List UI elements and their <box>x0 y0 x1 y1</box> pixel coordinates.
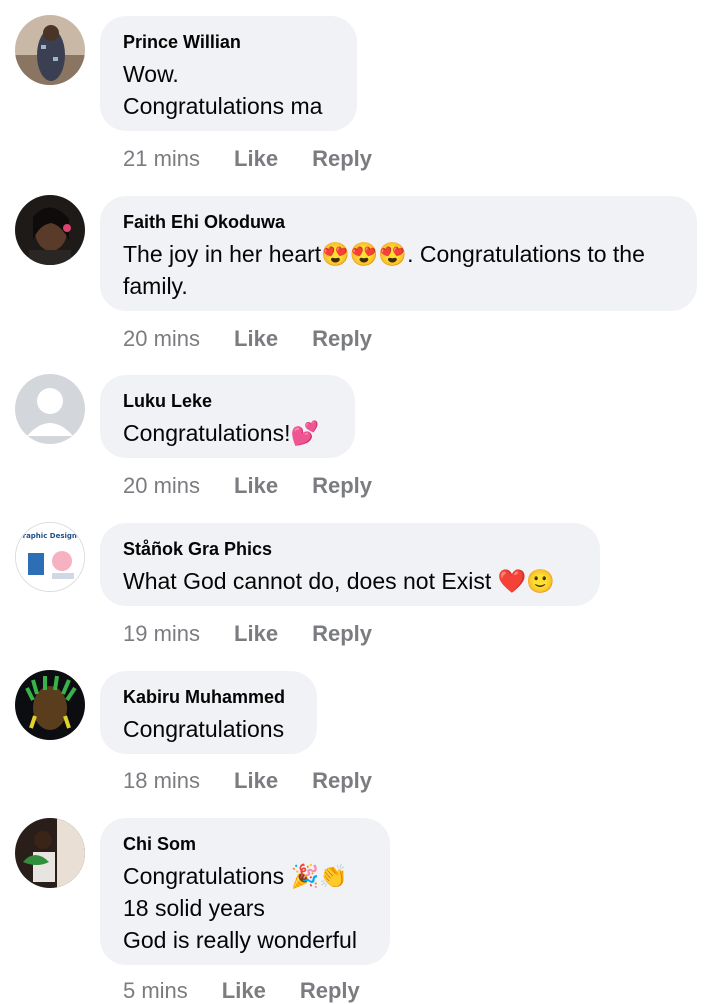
comment-time[interactable]: 5 mins <box>123 978 188 1004</box>
avatar[interactable] <box>15 374 85 444</box>
comment-line: Congratulations ma <box>123 93 323 119</box>
avatar[interactable] <box>15 670 85 740</box>
comment-text: The joy in her heart😍😍😍. Congratulations… <box>123 238 674 302</box>
comment-line: Congratulations <box>123 716 285 742</box>
reply-button[interactable]: Reply <box>300 978 360 1004</box>
comment-meta: 19 mins Like Reply <box>123 621 372 647</box>
comment-text: What God cannot do, does not Exist ❤️🙂 <box>123 565 577 597</box>
comment-bubble: Ståñok Gra Phics What God cannot do, doe… <box>100 523 600 606</box>
like-button[interactable]: Like <box>234 326 278 352</box>
reply-button[interactable]: Reply <box>312 768 372 794</box>
avatar[interactable] <box>15 818 85 888</box>
comment-time[interactable]: 18 mins <box>123 768 200 794</box>
comment-time[interactable]: 20 mins <box>123 473 200 499</box>
comment-line: Congratulations 🎉👏 <box>123 863 348 889</box>
comment-author[interactable]: Faith Ehi Okoduwa <box>123 212 674 232</box>
comment-time[interactable]: 21 mins <box>123 146 200 172</box>
comment-bubble: Kabiru Muhammed Congratulations <box>100 671 317 754</box>
comment-author[interactable]: Prince Willian <box>123 32 334 52</box>
comment-line: Wow. <box>123 61 179 87</box>
comment-text: Congratulations 🎉👏 18 solid years God is… <box>123 860 367 956</box>
comment-line: What God cannot do, does not Exist ❤️🙂 <box>123 568 555 594</box>
reply-button[interactable]: Reply <box>312 621 372 647</box>
comment-meta: 21 mins Like Reply <box>123 146 372 172</box>
comment-line: The joy in her heart😍😍😍. Congratulations… <box>123 241 645 267</box>
comment-bubble: Faith Ehi Okoduwa The joy in her heart😍😍… <box>100 196 697 311</box>
comment-author[interactable]: Ståñok Gra Phics <box>123 539 577 559</box>
comment-text: Congratulations!💕 <box>123 417 332 449</box>
comment-text: Congratulations <box>123 713 294 745</box>
comment-meta: 20 mins Like Reply <box>123 326 372 352</box>
avatar[interactable]: Graphic Designer <box>15 522 85 592</box>
like-button[interactable]: Like <box>234 621 278 647</box>
reply-button[interactable]: Reply <box>312 326 372 352</box>
like-button[interactable]: Like <box>234 768 278 794</box>
comment-author[interactable]: Chi Som <box>123 834 367 854</box>
reply-button[interactable]: Reply <box>312 146 372 172</box>
comment-meta: 5 mins Like Reply <box>123 978 360 1004</box>
comment-time[interactable]: 19 mins <box>123 621 200 647</box>
avatar[interactable] <box>15 15 85 85</box>
comment-meta: 20 mins Like Reply <box>123 473 372 499</box>
comment-meta: 18 mins Like Reply <box>123 768 372 794</box>
comment-bubble: Luku Leke Congratulations!💕 <box>100 375 355 458</box>
avatar-logo-text: Graphic Designer <box>17 532 85 540</box>
comment-line: family. <box>123 273 188 299</box>
comment-line: Congratulations!💕 <box>123 420 320 446</box>
like-button[interactable]: Like <box>234 473 278 499</box>
avatar[interactable] <box>15 195 85 265</box>
comment-author[interactable]: Kabiru Muhammed <box>123 687 294 707</box>
comment-text: Wow. Congratulations ma <box>123 58 334 122</box>
reply-button[interactable]: Reply <box>312 473 372 499</box>
comment-bubble: Prince Willian Wow. Congratulations ma <box>100 16 357 131</box>
comment-time[interactable]: 20 mins <box>123 326 200 352</box>
comment-line: God is really wonderful <box>123 927 357 953</box>
comment-author[interactable]: Luku Leke <box>123 391 332 411</box>
like-button[interactable]: Like <box>222 978 266 1004</box>
comment-line: 18 solid years <box>123 895 265 921</box>
like-button[interactable]: Like <box>234 146 278 172</box>
comment-bubble: Chi Som Congratulations 🎉👏 18 solid year… <box>100 818 390 965</box>
